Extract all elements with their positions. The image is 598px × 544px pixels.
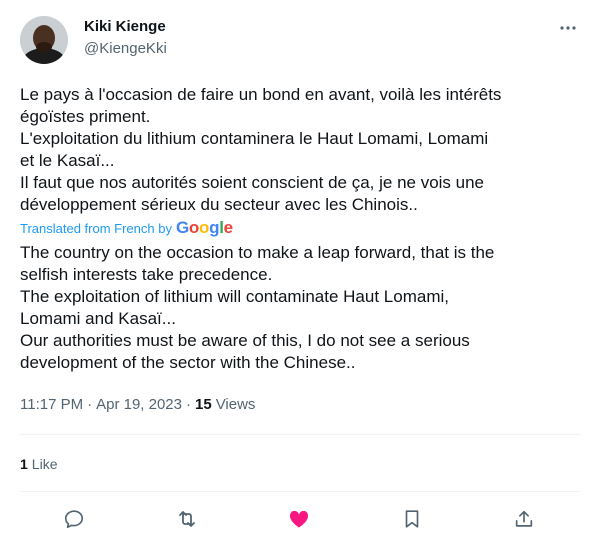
more-options-button[interactable]: [558, 18, 578, 38]
likes-count-link[interactable]: 1 Like: [20, 456, 57, 472]
views-count: 15: [195, 396, 212, 413]
retweet-icon: [178, 511, 195, 527]
author-display-name[interactable]: Kiki Kienge: [84, 18, 166, 35]
google-logo: Google: [175, 218, 233, 237]
avatar[interactable]: [20, 16, 68, 64]
share-button[interactable]: [512, 507, 536, 531]
meta-separator: ·: [87, 396, 93, 413]
divider: [20, 491, 580, 492]
tweet-metadata: 11:17 PM · Apr 19, 2023 · 15 Views: [20, 396, 255, 413]
views-label: Views: [215, 396, 256, 413]
translated-label: Translated from French by: [20, 220, 172, 236]
action-bar: [20, 504, 578, 534]
avatar-image: [20, 16, 68, 64]
like-icon: [289, 510, 309, 528]
tweet-date[interactable]: Apr 19, 2023: [96, 396, 182, 413]
tweet-time[interactable]: 11:17 PM: [20, 396, 83, 413]
bookmark-icon: [405, 510, 418, 528]
tweet-text: Le pays à l'occasion de faire un bond en…: [20, 85, 502, 214]
likes-count: 1: [20, 456, 28, 472]
translated-text: The country on the occasion to make a le…: [20, 243, 495, 372]
author-handle[interactable]: @KiengeKki: [84, 40, 167, 57]
retweet-button[interactable]: [175, 507, 199, 531]
translation-attribution[interactable]: Translated from French by Google: [20, 218, 233, 238]
bookmark-button[interactable]: [400, 507, 424, 531]
divider: [20, 434, 580, 435]
reply-icon: [64, 510, 84, 529]
share-icon: [515, 510, 533, 527]
like-button[interactable]: [287, 507, 311, 531]
more-icon: [560, 26, 576, 30]
likes-label: Like: [31, 456, 58, 472]
meta-separator: ·: [186, 396, 191, 413]
reply-button[interactable]: [62, 507, 86, 531]
